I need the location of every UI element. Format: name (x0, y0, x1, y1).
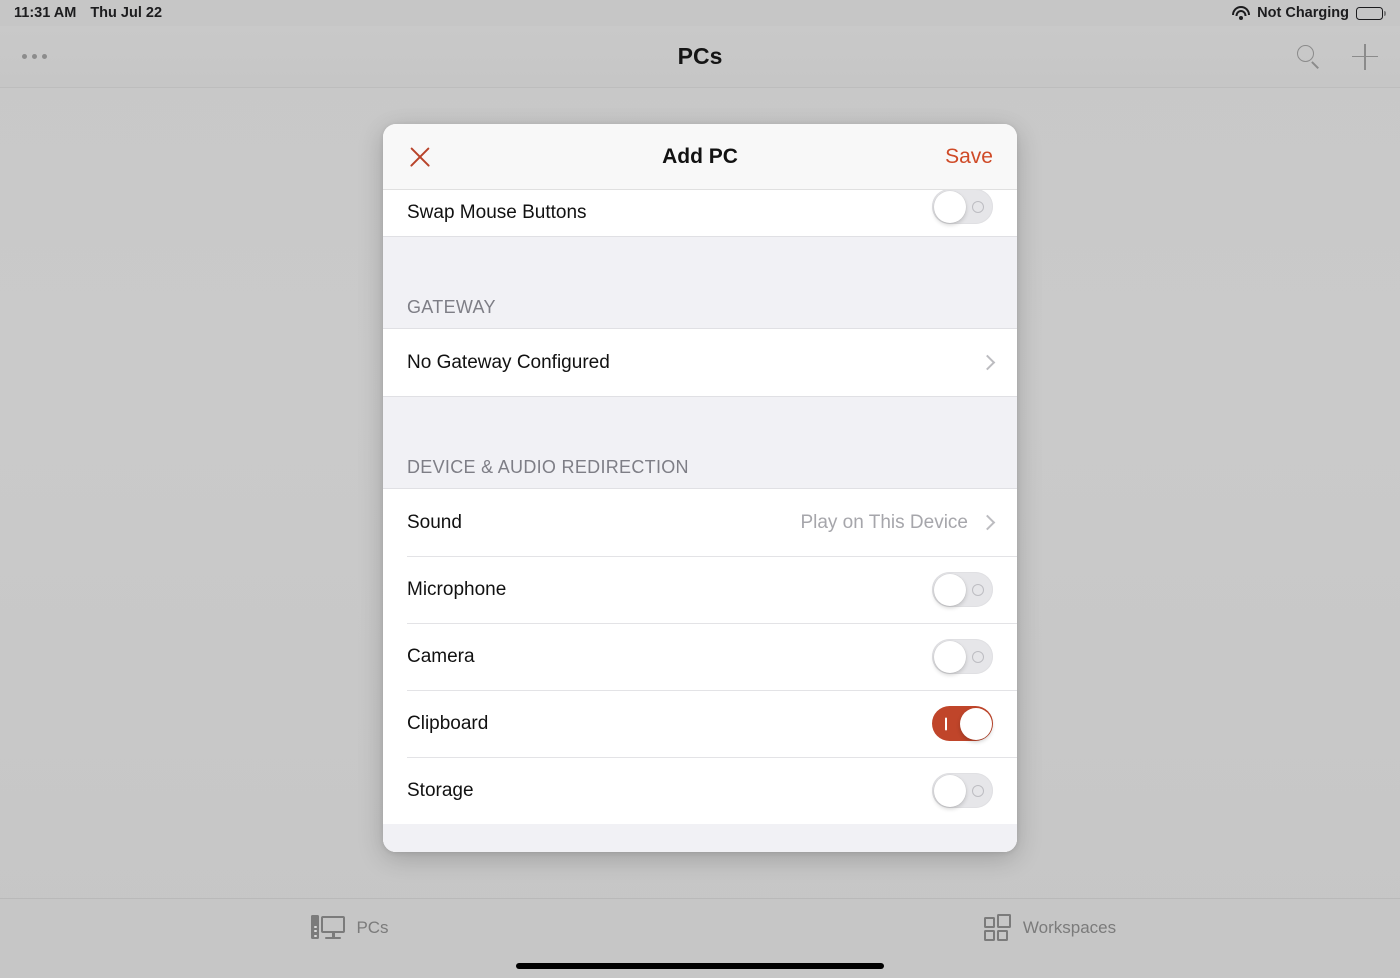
row-control (932, 639, 993, 674)
section-title: DEVICE & AUDIO REDIRECTION (407, 457, 689, 477)
chevron-right-icon (979, 354, 996, 371)
search-icon[interactable] (1296, 44, 1322, 70)
more-ellipsis-icon (22, 54, 47, 59)
row-control: Play on This Device (800, 511, 996, 534)
row-label: Camera (407, 645, 475, 667)
home-indicator[interactable] (516, 963, 884, 969)
grid-squares-icon (983, 914, 1012, 941)
battery-status-label: Not Charging (1257, 5, 1349, 21)
list-item-storage[interactable]: Storage (383, 757, 1017, 824)
row-control (932, 572, 993, 607)
modal-scroll-area[interactable]: Swap Mouse Buttons GATEWAY No Gateway Co… (383, 190, 1017, 852)
storage-toggle[interactable] (932, 773, 993, 808)
nav-bar-actions (1296, 43, 1378, 70)
section-header-device-audio-redirection: DEVICE & AUDIO REDIRECTION (383, 396, 1017, 489)
row-control (932, 190, 993, 224)
list-item-camera[interactable]: Camera (383, 623, 1017, 690)
save-button[interactable]: Save (945, 145, 993, 169)
battery-full-icon (1356, 6, 1386, 20)
chevron-right-icon (979, 514, 996, 531)
status-date: Thu Jul 22 (90, 5, 163, 21)
row-control (932, 773, 993, 808)
status-bar-right: Not Charging (1231, 5, 1386, 21)
page-title: PCs (677, 43, 723, 69)
row-label: Swap Mouse Buttons (407, 202, 587, 223)
row-label: Storage (407, 779, 474, 801)
plus-icon[interactable] (1352, 43, 1378, 70)
row-control (979, 354, 996, 371)
add-pc-modal: Add PC Save Swap Mouse Buttons GATEWAY N… (383, 124, 1017, 852)
status-bar-left: 11:31 AM Thu Jul 22 (14, 5, 162, 21)
list-item-sound[interactable]: Sound Play on This Device (383, 489, 1017, 556)
tab-label: Workspaces (1022, 917, 1117, 937)
list-item-clipboard[interactable]: Clipboard (383, 690, 1017, 757)
list-item-swap-mouse-buttons[interactable]: Swap Mouse Buttons (383, 190, 1017, 236)
camera-toggle[interactable] (932, 639, 993, 674)
desktop-pc-icon (311, 914, 346, 942)
row-control (932, 706, 993, 741)
more-menu-button[interactable] (22, 54, 47, 59)
row-label: Clipboard (407, 712, 489, 734)
modal-title: Add PC (662, 144, 738, 168)
tab-bar: PCs Workspaces (0, 898, 1400, 978)
wifi-icon (1231, 6, 1250, 20)
section-footer-spacer (383, 824, 1017, 852)
section-title: GATEWAY (407, 297, 496, 317)
section-header-gateway: GATEWAY (383, 236, 1017, 329)
app-screen: 11:31 AM Thu Jul 22 Not Charging PCs Add… (0, 0, 1400, 978)
microphone-toggle[interactable] (932, 572, 993, 607)
row-label: No Gateway Configured (407, 351, 610, 373)
row-label: Microphone (407, 578, 507, 600)
modal-header: Add PC Save (383, 124, 1017, 190)
status-bar: 11:31 AM Thu Jul 22 Not Charging (0, 0, 1400, 26)
close-x-icon[interactable] (405, 142, 435, 172)
list-item-microphone[interactable]: Microphone (383, 556, 1017, 623)
status-time: 11:31 AM (14, 5, 77, 21)
row-label: Sound (407, 511, 462, 533)
nav-bar: PCs (0, 26, 1400, 88)
clipboard-toggle[interactable] (932, 706, 993, 741)
swap-mouse-buttons-toggle[interactable] (932, 190, 993, 224)
sound-value: Play on This Device (800, 511, 968, 533)
tab-label: PCs (356, 917, 389, 937)
list-item-no-gateway-configured[interactable]: No Gateway Configured (383, 329, 1017, 396)
